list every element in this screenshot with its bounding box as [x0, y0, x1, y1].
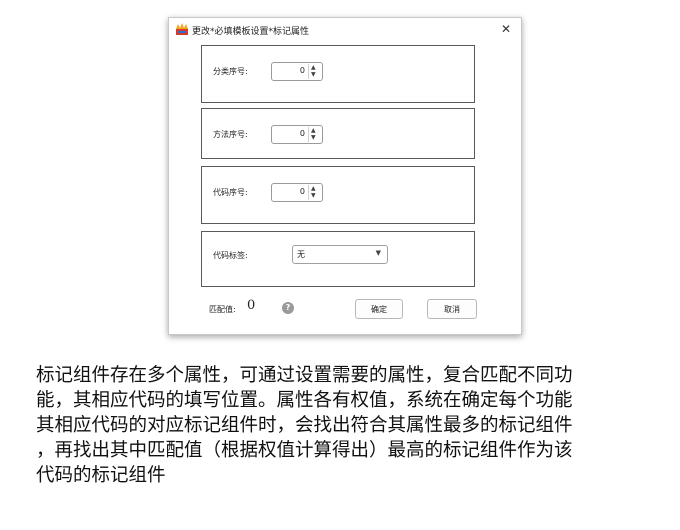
chevron-up-icon[interactable]: ▲ — [311, 185, 316, 192]
description-text: 标记组件存在多个属性，可通过设置需要的属性，复合匹配不同功 能，其相应代码的填写… — [36, 363, 656, 488]
description-line: 能，其相应代码的填写位置。属性各有权值，系统在确定每个功能 — [36, 390, 573, 411]
code-tag-value: 无 — [297, 250, 305, 259]
chevron-up-icon[interactable]: ▲ — [311, 64, 316, 71]
stepper-buttons: ▲ ▼ — [308, 185, 321, 200]
ok-button[interactable]: 确定 — [355, 299, 403, 319]
match-value-label: 匹配值: — [209, 305, 236, 314]
crown-app-icon — [176, 23, 188, 35]
category-index-group: 分类序号: 0 ▲ ▼ — [201, 45, 475, 103]
code-tag-select[interactable]: 无 ▼ — [292, 245, 388, 264]
chevron-up-icon[interactable]: ▲ — [311, 127, 316, 134]
category-index-value: 0 — [299, 66, 305, 75]
code-tag-label: 代码标签: — [213, 251, 248, 260]
chevron-down-icon[interactable]: ▼ — [311, 71, 316, 78]
method-index-stepper[interactable]: 0 ▲ ▼ — [271, 125, 323, 144]
code-index-label: 代码序号: — [213, 188, 248, 197]
description-line: 代码的标记组件 — [36, 465, 166, 486]
chevron-down-icon[interactable]: ▼ — [311, 192, 316, 199]
description-line: 其相应代码的对应标记组件时，会找出符合其属性最多的标记组件 — [36, 415, 573, 436]
chevron-down-icon: ▼ — [375, 249, 381, 257]
chevron-down-icon[interactable]: ▼ — [311, 134, 316, 141]
dialog-title: 更改*必填模板设置*标记属性 — [192, 27, 310, 37]
close-icon[interactable]: ✕ — [501, 22, 511, 36]
stepper-buttons: ▲ ▼ — [308, 127, 321, 142]
code-index-value: 0 — [299, 187, 305, 196]
method-index-label: 方法序号: — [213, 130, 248, 139]
stepper-buttons: ▲ ▼ — [308, 64, 321, 79]
category-index-stepper[interactable]: 0 ▲ ▼ — [271, 62, 323, 81]
category-index-label: 分类序号: — [213, 67, 248, 76]
code-index-stepper[interactable]: 0 ▲ ▼ — [271, 183, 323, 202]
description-line: ，再找出其中匹配值（根据权值计算得出）最高的标记组件作为该 — [36, 440, 573, 461]
match-value: 0 — [247, 298, 256, 313]
dialog-window: 更改*必填模板设置*标记属性 ✕ 分类序号: 0 ▲ ▼ 方法序号: 0 ▲ ▼… — [168, 17, 522, 335]
help-icon[interactable]: ? — [282, 302, 294, 314]
description-line: 标记组件存在多个属性，可通过设置需要的属性，复合匹配不同功 — [36, 365, 573, 386]
title-bar: 更改*必填模板设置*标记属性 ✕ — [169, 18, 521, 42]
code-tag-group: 代码标签: 无 ▼ — [201, 231, 475, 287]
cancel-button[interactable]: 取消 — [427, 299, 477, 319]
code-index-group: 代码序号: 0 ▲ ▼ — [201, 166, 475, 224]
method-index-value: 0 — [299, 129, 305, 138]
method-index-group: 方法序号: 0 ▲ ▼ — [201, 108, 475, 159]
